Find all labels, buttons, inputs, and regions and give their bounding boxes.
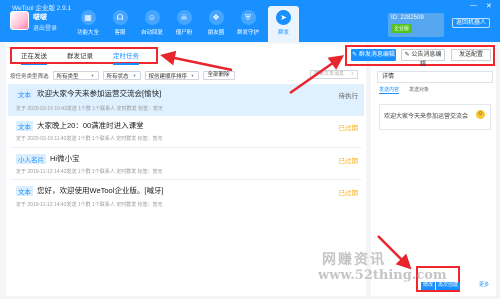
filter-label: 按任务类型筛选 xyxy=(10,73,49,80)
edit-icon: ✎ xyxy=(352,52,359,58)
message-text: 小人名片 Hi微小宝 xyxy=(16,153,80,164)
message-content: 您好，欢迎使用WeTool企业版。[喊牙] xyxy=(37,186,164,195)
send-config-button[interactable]: 发送配置 xyxy=(451,49,491,61)
status-label: 已过期 xyxy=(338,190,359,197)
type-select[interactable]: 所有类型 ▼ xyxy=(52,71,99,80)
search-placeholder: 搜索文本消息 xyxy=(314,71,345,77)
message-content: 大家晚上20：00满准时进入课堂 xyxy=(37,121,144,130)
status-label: 待执行 xyxy=(338,93,359,100)
tier-badge: 企业版 xyxy=(391,24,413,33)
minimize-button[interactable]: — xyxy=(470,2,477,9)
status-select-value: 所有状态 xyxy=(106,73,129,80)
close-button[interactable]: ✕ xyxy=(486,2,492,10)
delete-all-button[interactable]: 全部删除 xyxy=(202,71,235,80)
task-list-panel: 正在发送 群发记录 定时任务 按任务类型筛选 所有类型 ▼ 所有状态 ▼ 按创建顺序… xyxy=(6,44,366,296)
message-meta: 定于 2019-11-12 14:43发送 1个群 1个联系人 定时群发 标签：… xyxy=(16,169,163,175)
user-name: 啵啵 xyxy=(33,14,47,21)
modify-button[interactable]: 修改 xyxy=(421,282,436,290)
list-item[interactable]: 文本 欢迎大家今天来参加运营交流会[愉快] 定于 2020-03-19 10:4… xyxy=(8,84,364,116)
nav-features[interactable]: ▦ 功能大全 xyxy=(72,9,104,42)
recreate-button[interactable]: 再次创建 xyxy=(436,282,461,290)
status-label: 已过期 xyxy=(338,125,359,132)
divider xyxy=(10,179,362,180)
type-tag: 文本 xyxy=(16,185,33,196)
type-tag: 文本 xyxy=(16,88,33,99)
tab-send-content[interactable]: 发送内容 xyxy=(379,86,400,94)
list-item[interactable]: 文本 大家晚上20：00满准时进入课堂 定于 2020-03-19 11:43发… xyxy=(8,118,364,148)
type-select-value: 所有类型 xyxy=(56,73,79,80)
message-text: 文本 您好，欢迎使用WeTool企业版。[喊牙] xyxy=(16,185,164,196)
headset-icon: ☊ xyxy=(112,10,128,25)
type-tag: 小人名片 xyxy=(16,153,46,164)
account-card[interactable]: ID: 2282509 企业版 xyxy=(388,13,444,37)
nav-label: 僵尸粉 xyxy=(175,30,193,36)
filter-bar: 按任务类型筛选 所有类型 ▼ 所有状态 ▼ 按创建顺序排序 ▼ 全部删除 搜索文本消息… xyxy=(10,70,362,81)
tab-sending[interactable]: 正在发送 xyxy=(21,50,47,65)
logout-link[interactable]: 退出登录 xyxy=(33,23,57,32)
message-text: 文本 欢迎大家今天来参加运营交流会[愉快] xyxy=(16,88,161,99)
message-content: 欢迎大家今天来参加运营交流会[愉快] xyxy=(37,89,162,98)
message-text: 文本 大家晚上20：00满准时进入课堂 xyxy=(16,120,144,131)
main-nav: ▦ 功能大全 ☊ 客服 ☺ 自动回复 ☠ 僵尸粉 ❖ 朋友圈 ⛨ 群发守护 ➤ … xyxy=(72,6,299,42)
message-meta: 定于 2020-03-19 11:43发送 1个群 1个联系人 定时群发 标签：… xyxy=(16,136,163,142)
grid-icon: ▦ xyxy=(80,10,96,25)
more-button[interactable]: 更多 xyxy=(477,282,491,290)
nav-label: 自动回复 xyxy=(140,30,163,36)
tab-scheduled[interactable]: 定时任务 xyxy=(113,50,139,65)
detail-title: 详情 xyxy=(377,71,493,83)
detail-panel: ✎ 群发消息编辑 ✎ 公告消息编辑 发送配置 详情 发送内容 发送对象 欢迎大家… xyxy=(345,44,496,296)
nav-label: 客服 xyxy=(114,30,126,36)
type-tag: 文本 xyxy=(16,120,33,131)
nav-autoreply[interactable]: ☺ 自动回复 xyxy=(136,9,168,42)
watermark-text: 网赚资讯 xyxy=(322,252,386,268)
chevron-down-icon: ▼ xyxy=(132,73,137,78)
message-meta: 定于 2019-11-12 14:43发送 1个群 1个联系人 定时群发 标签：… xyxy=(16,202,163,208)
nav-label: 功能大全 xyxy=(76,30,99,36)
preview-text: 欢迎大家今天来参加运营交流会 xyxy=(384,114,469,120)
nav-label: 朋友圈 xyxy=(207,30,225,36)
chevron-down-icon: ▼ xyxy=(190,73,195,78)
top-header: WeTool 企业版 2.9.1 啵啵 退出登录 ▦ 功能大全 ☊ 客服 ☺ 自… xyxy=(0,0,500,42)
nav-zombie[interactable]: ☠ 僵尸粉 xyxy=(168,9,200,42)
status-label: 已过期 xyxy=(338,158,359,165)
watermark-url: www.52thing.com xyxy=(318,268,447,283)
account-id: ID: 2282509 xyxy=(391,15,424,21)
chevron-down-icon: ▼ xyxy=(90,73,95,78)
robot-icon: ☺ xyxy=(144,10,160,25)
divider xyxy=(10,147,362,148)
list-item[interactable]: 小人名片 Hi微小宝 定于 2019-11-12 14:43发送 1个群 1个联… xyxy=(8,150,364,180)
nav-label: 群发 xyxy=(277,30,289,36)
status-select[interactable]: 所有状态 ▼ xyxy=(102,71,141,80)
smile-emoji-icon: ☺ xyxy=(476,110,485,119)
mass-message-edit-button[interactable]: ✎ 群发消息编辑 xyxy=(351,49,396,61)
message-meta: 定于 2020-03-19 10:43发送 1个群 1个联系人 定时群发 标签：… xyxy=(16,106,163,112)
tab-bar: 正在发送 群发记录 定时任务 xyxy=(10,47,158,65)
search-input[interactable]: 搜索文本消息 ⌕ xyxy=(310,70,358,79)
shield-icon: ⛨ xyxy=(240,10,256,25)
send-icon: ➤ xyxy=(276,10,291,25)
nav-service[interactable]: ☊ 客服 xyxy=(104,9,136,42)
nav-label: 群发守护 xyxy=(236,30,259,36)
tab-send-targets[interactable]: 发送对象 xyxy=(409,86,429,94)
nav-group-guard[interactable]: ⛨ 群发守护 xyxy=(232,9,264,42)
avatar[interactable] xyxy=(10,11,29,30)
list-item[interactable]: 文本 您好，欢迎使用WeTool企业版。[喊牙] 定于 2019-11-12 1… xyxy=(8,182,364,212)
sort-select[interactable]: 按创建顺序排序 ▼ xyxy=(144,71,199,80)
message-content: Hi微小宝 xyxy=(50,154,80,163)
detail-tabs: 发送内容 发送对象 xyxy=(379,86,429,94)
search-icon: ⌕ xyxy=(351,71,354,77)
back-to-robot-button[interactable]: 返回机器人 xyxy=(452,18,491,28)
button-label: 群发消息编辑 xyxy=(358,52,395,58)
tab-history[interactable]: 群发记录 xyxy=(67,50,93,62)
nav-moments[interactable]: ❖ 朋友圈 xyxy=(200,9,232,42)
zombie-icon: ☠ xyxy=(176,10,192,25)
notice-edit-button[interactable]: ✎ 公告消息编辑 xyxy=(401,49,445,68)
nav-mass-send[interactable]: ➤ 群发 xyxy=(268,6,299,42)
sort-select-value: 按创建顺序排序 xyxy=(148,73,188,80)
moments-icon: ❖ xyxy=(208,10,224,25)
message-preview: 欢迎大家今天来参加运营交流会 ☺ xyxy=(379,104,491,130)
